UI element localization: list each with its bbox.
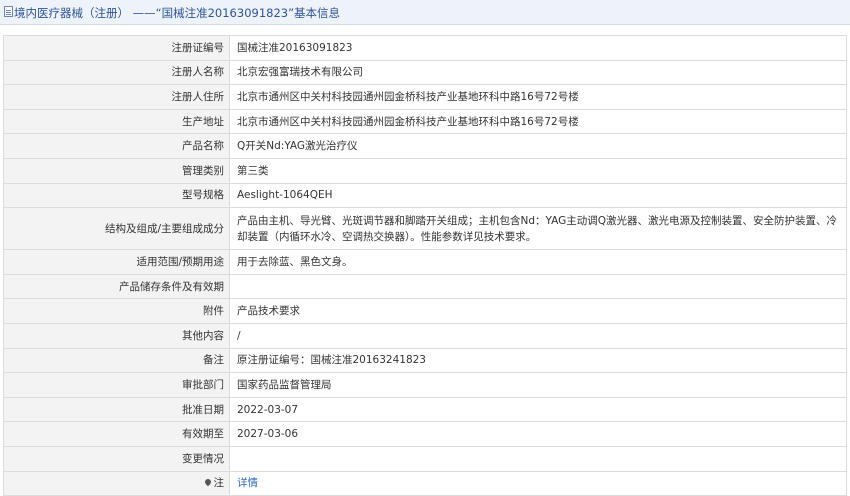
table-row: 有效期至 2027-03-06 [3, 421, 847, 447]
row-value: 第三类 [229, 157, 847, 184]
row-value [229, 273, 847, 300]
page-title: 境内医疗器械（注册） ——“国械注准20163091823”基本信息 [14, 6, 341, 20]
pin-icon [203, 478, 212, 487]
table-row: 型号规格 Aeslight-1064QEH [3, 182, 847, 209]
row-label: 产品储存条件及有效期 [3, 273, 230, 300]
notes-label: 注 [213, 477, 225, 490]
table-row: 其他内容 / [3, 322, 847, 349]
row-value: Q开关Nd:YAG激光治疗仪 [229, 133, 847, 159]
table-row: 产品名称 Q开关Nd:YAG激光治疗仪 [3, 133, 847, 159]
table-row: 注册人名称 北京宏强富瑞技术有限公司 [3, 59, 847, 86]
row-label: 注册人住所 [3, 84, 230, 110]
row-value: / [229, 322, 847, 349]
table-row: 适用范围/预期用途 用于去除蓝、黑色文身。 [3, 249, 847, 275]
row-label: 产品名称 [3, 133, 230, 159]
row-label: 有效期至 [3, 421, 230, 447]
row-label: 结构及组成/主要组成成分 [3, 207, 230, 251]
table-row: 批准日期 2022-03-07 [3, 396, 847, 423]
row-value: 北京宏强富瑞技术有限公司 [229, 59, 847, 86]
row-value: 国械注准20163091823 [229, 35, 847, 61]
row-value: Aeslight-1064QEH [229, 182, 847, 209]
row-value: 原注册证编号：国械注准20163241823 [229, 347, 847, 374]
document-icon [4, 6, 13, 17]
details-link[interactable]: 详情 [237, 477, 258, 489]
row-value: 产品由主机、导光臂、光斑调节器和脚踏开关组成；主机包含Nd：YAG主动调Q激光器… [229, 207, 847, 251]
table-row-notes: 注 详情 [3, 470, 847, 496]
row-label: 注册人名称 [3, 59, 230, 86]
table-row: 结构及组成/主要组成成分 产品由主机、导光臂、光斑调节器和脚踏开关组成；主机包含… [3, 207, 847, 251]
notes-value-cell: 详情 [229, 470, 847, 496]
row-value: 2022-03-07 [229, 396, 847, 423]
row-label: 变更情况 [3, 445, 230, 472]
row-label: 管理类别 [3, 157, 230, 184]
row-label: 型号规格 [3, 182, 230, 209]
table-row: 生产地址 北京市通州区中关村科技园通州园金桥科技产业基地环科中路16号72号楼 [3, 108, 847, 135]
row-label: 注册证编号 [3, 35, 230, 61]
table-row: 注册证编号 国械注准20163091823 [3, 35, 847, 61]
row-label: 备注 [3, 347, 230, 374]
row-label: 生产地址 [3, 108, 230, 135]
table-row: 备注 原注册证编号：国械注准20163241823 [3, 347, 847, 374]
row-label: 适用范围/预期用途 [3, 249, 230, 275]
table-row: 审批部门 国家药品监督管理局 [3, 372, 847, 398]
table-row: 变更情况 [3, 445, 847, 472]
row-value [229, 445, 847, 472]
page-header: 境内医疗器械（注册） ——“国械注准20163091823”基本信息 [0, 0, 850, 25]
table-row: 产品储存条件及有效期 [3, 273, 847, 300]
row-value: 用于去除蓝、黑色文身。 [229, 249, 847, 275]
table-row: 管理类别 第三类 [3, 157, 847, 184]
table-row: 附件 产品技术要求 [3, 298, 847, 324]
row-value: 产品技术要求 [229, 298, 847, 324]
info-table: 注册证编号 国械注准20163091823 注册人名称 北京宏强富瑞技术有限公司… [3, 35, 847, 496]
row-label: 附件 [3, 298, 230, 324]
row-label: 批准日期 [3, 396, 230, 423]
row-value: 北京市通州区中关村科技园通州园金桥科技产业基地环科中路16号72号楼 [229, 108, 847, 135]
row-label: 其他内容 [3, 322, 230, 349]
table-row: 注册人住所 北京市通州区中关村科技园通州园金桥科技产业基地环科中路16号72号楼 [3, 84, 847, 110]
row-value: 国家药品监督管理局 [229, 372, 847, 398]
notes-label-cell: 注 [3, 470, 230, 496]
row-value: 2027-03-06 [229, 421, 847, 447]
row-label: 审批部门 [3, 372, 230, 398]
row-value: 北京市通州区中关村科技园通州园金桥科技产业基地环科中路16号72号楼 [229, 84, 847, 110]
